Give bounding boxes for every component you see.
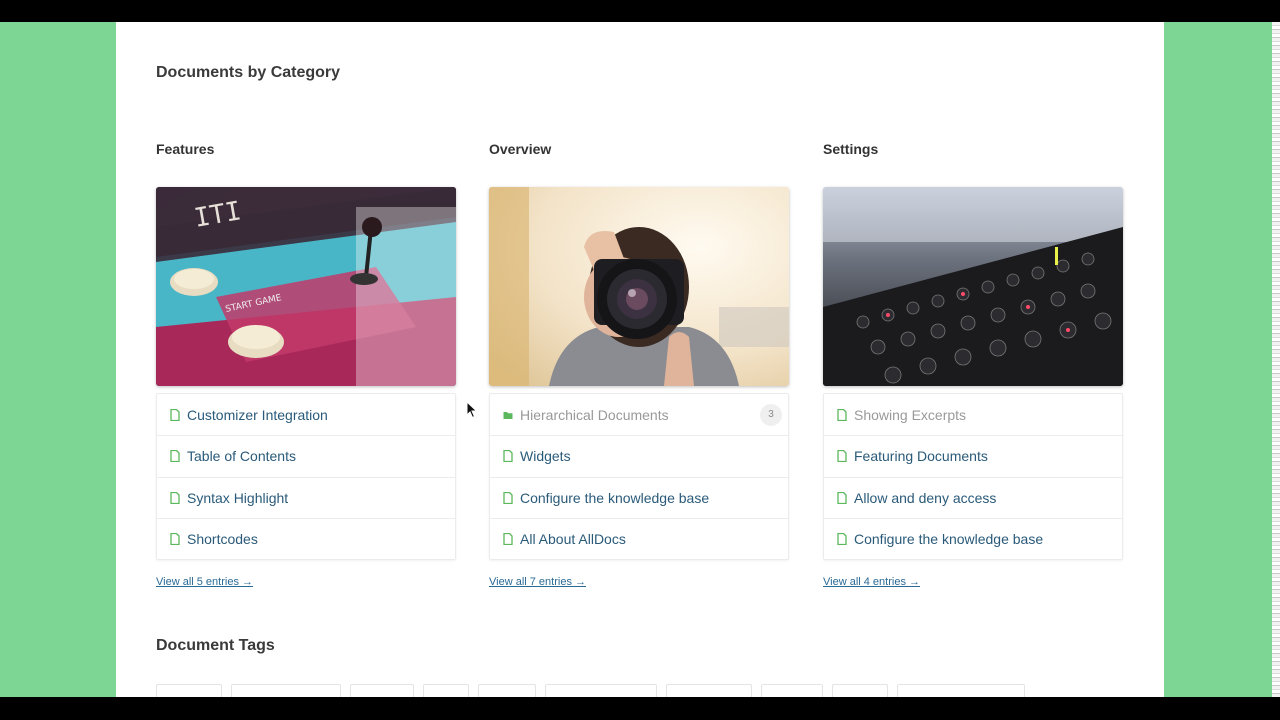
- document-link[interactable]: Shortcodes: [187, 531, 258, 547]
- document-icon: [503, 532, 513, 545]
- document-icon: [837, 450, 847, 463]
- document-link[interactable]: Table of Contents: [187, 448, 296, 464]
- list-item[interactable]: Featuring Documents: [824, 435, 1122, 476]
- document-link[interactable]: Allow and deny access: [854, 490, 996, 506]
- document-icon: [170, 532, 180, 545]
- tag-chip[interactable]: [897, 684, 1025, 697]
- category-title: Features: [156, 141, 215, 157]
- document-icon: [170, 450, 180, 463]
- tag-chip[interactable]: [832, 684, 888, 697]
- document-icon: [837, 408, 847, 421]
- document-link[interactable]: Syntax Highlight: [187, 490, 288, 506]
- document-list: Customizer Integration Table of Contents…: [156, 393, 456, 560]
- category-features: Features ITI START GAME Customizer Integ…: [156, 140, 456, 590]
- tag-chip[interactable]: [350, 684, 414, 697]
- mouse-cursor-icon: [466, 401, 478, 419]
- tag-chip[interactable]: [478, 684, 536, 697]
- count-badge: 3: [760, 404, 782, 426]
- tag-chip[interactable]: [231, 684, 341, 697]
- list-item[interactable]: All About AllDocs: [490, 517, 788, 559]
- list-item[interactable]: Configure the knowledge base: [824, 517, 1122, 559]
- document-icon: [503, 450, 513, 463]
- list-item[interactable]: Widgets: [490, 435, 788, 476]
- tag-chip[interactable]: [666, 684, 752, 697]
- document-link[interactable]: Widgets: [520, 448, 571, 464]
- tag-chip[interactable]: [545, 684, 657, 697]
- category-title: Settings: [823, 141, 879, 157]
- document-icon: [837, 532, 847, 545]
- list-item[interactable]: Hierarchical Documents 3: [490, 394, 788, 435]
- audio-mixer-image[interactable]: [823, 187, 1123, 386]
- document-link[interactable]: Configure the knowledge base: [520, 490, 709, 506]
- tag-chip[interactable]: [156, 684, 222, 697]
- scrollbar-strip[interactable]: [1272, 22, 1280, 697]
- page-heading: Documents by Category: [156, 64, 341, 81]
- folder-icon: [503, 411, 513, 419]
- document-link[interactable]: Customizer Integration: [187, 407, 328, 423]
- list-item[interactable]: Configure the knowledge base: [490, 476, 788, 518]
- tag-chip[interactable]: [423, 684, 469, 697]
- list-item[interactable]: Customizer Integration: [157, 394, 455, 435]
- list-item[interactable]: Shortcodes: [157, 517, 455, 559]
- document-icon: [503, 491, 513, 504]
- photographer-camera-image[interactable]: [489, 187, 789, 386]
- document-list: Showing Excerpts Featuring Documents All…: [823, 393, 1123, 560]
- category-settings: Settings Showing Excerpts Featuring Docu…: [823, 140, 1123, 590]
- document-icon: [170, 491, 180, 504]
- document-link[interactable]: Featuring Documents: [854, 448, 988, 464]
- document-icon: [170, 408, 180, 421]
- document-link[interactable]: Showing Excerpts: [854, 407, 966, 423]
- content-page: Documents by Category Features ITI START…: [116, 22, 1164, 697]
- tags-heading: Document Tags: [156, 637, 275, 654]
- list-item[interactable]: Table of Contents: [157, 435, 455, 476]
- arcade-cabinet-image[interactable]: ITI START GAME: [156, 187, 456, 386]
- document-list: Hierarchical Documents 3 Widgets Configu…: [489, 393, 789, 560]
- category-overview: Overview Hierarchical Documents 3 Widget…: [489, 140, 789, 590]
- view-all-link[interactable]: View all 4 entries →: [823, 576, 920, 588]
- document-link[interactable]: Configure the knowledge base: [854, 531, 1043, 547]
- document-link[interactable]: Hierarchical Documents: [520, 407, 669, 423]
- bottom-black-bar: [0, 697, 1280, 720]
- list-item[interactable]: Showing Excerpts: [824, 394, 1122, 435]
- document-link[interactable]: All About AllDocs: [520, 531, 626, 547]
- document-icon: [837, 491, 847, 504]
- tag-cloud: [156, 684, 1025, 697]
- list-item[interactable]: Syntax Highlight: [157, 476, 455, 518]
- category-title: Overview: [489, 141, 552, 157]
- view-all-link[interactable]: View all 5 entries →: [156, 576, 253, 588]
- top-black-bar: [0, 0, 1280, 22]
- list-item[interactable]: Allow and deny access: [824, 476, 1122, 518]
- tag-chip[interactable]: [761, 684, 823, 697]
- view-all-link[interactable]: View all 7 entries →: [489, 576, 586, 588]
